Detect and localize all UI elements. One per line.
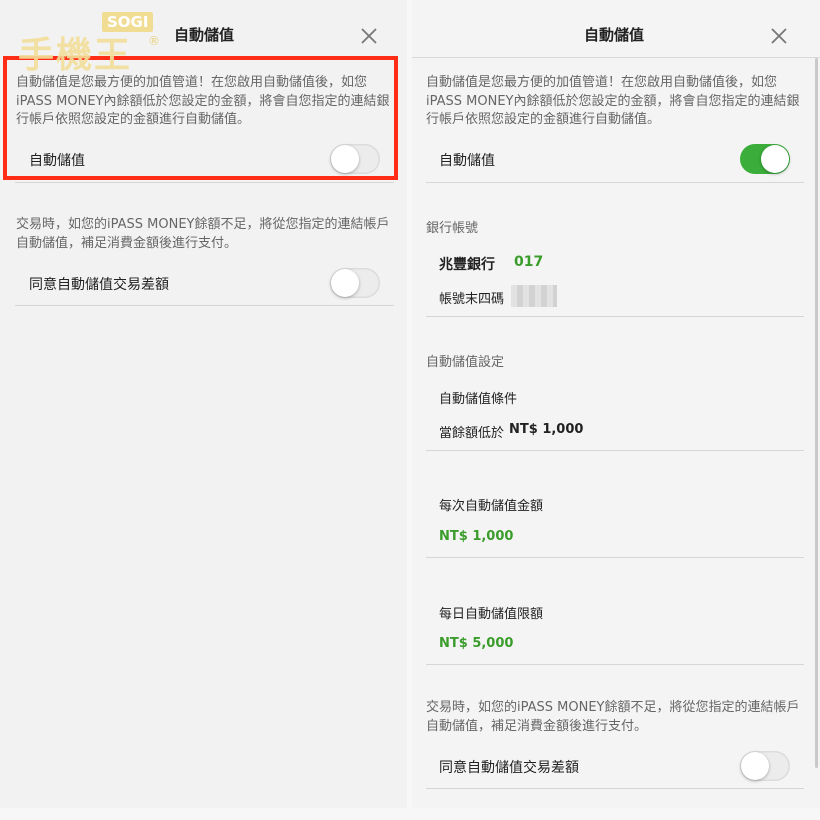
watermark-registered: ® [148,34,160,48]
divider [426,182,804,183]
right-panel: 自動儲值 自動儲值是您最方便的加值管道！在您啟用自動儲值後，如您iPASS MO… [412,0,820,808]
account-last4-label: 帳號末四碼 [439,292,505,307]
shortfall-label: 同意自動儲值交易差額 [29,277,169,293]
left-panel: 自動儲值 自動儲值是您最方便的加值管道！在您啟用自動儲值後，如您iPASS MO… [0,0,407,808]
divider [426,316,804,317]
bank-code: 017 [514,254,544,270]
auto-topup-label: 自動儲值 [439,153,495,169]
toggle-knob [331,269,359,297]
divider [15,305,394,306]
watermark-logo: 手機王 SOGI ® [8,6,160,84]
divider [426,664,804,665]
condition-amount[interactable]: NT$ 1,000 [509,422,583,437]
watermark-text: 手機王 [18,35,133,76]
divider [426,788,804,789]
masked-account-digits [511,285,557,307]
shortfall-toggle[interactable] [330,268,380,298]
bank-section-title: 銀行帳號 [426,221,479,236]
close-icon[interactable] [359,26,379,46]
daily-limit-value[interactable]: NT$ 5,000 [439,636,513,651]
page-title: 自動儲值 [174,26,235,44]
page-title: 自動儲值 [584,26,645,44]
shortfall-description: 交易時，如您的iPASS MONEY餘額不足，將從您指定的連結帳戶自動儲值，補足… [426,700,800,734]
condition-prefix: 當餘額低於 [439,426,505,441]
toggle-knob [741,752,769,780]
scrollbar[interactable] [815,58,818,768]
shortfall-label: 同意自動儲值交易差額 [439,760,579,776]
auto-topup-description: 自動儲值是您最方便的加值管道！在您啟用自動儲值後，如您iPASS MONEY內餘… [426,75,800,127]
per-amount-value[interactable]: NT$ 1,000 [439,529,513,544]
watermark-badge: SOGI [102,12,154,32]
divider [426,557,804,558]
condition-label: 自動儲值條件 [439,392,518,407]
settings-section-title: 自動儲值設定 [426,355,505,370]
header-divider [412,57,820,58]
close-icon[interactable] [769,26,789,46]
auto-topup-toggle[interactable] [740,144,790,174]
divider [426,450,804,451]
toggle-knob [761,145,789,173]
per-amount-label: 每次自動儲值金額 [439,499,544,514]
bank-name: 兆豐銀行 [439,257,495,273]
divider [15,182,394,183]
daily-limit-label: 每日自動儲值限額 [439,607,544,622]
shortfall-toggle[interactable] [740,751,790,781]
shortfall-description: 交易時，如您的iPASS MONEY餘額不足，將從您指定的連結帳戶自動儲值，補足… [16,217,390,251]
